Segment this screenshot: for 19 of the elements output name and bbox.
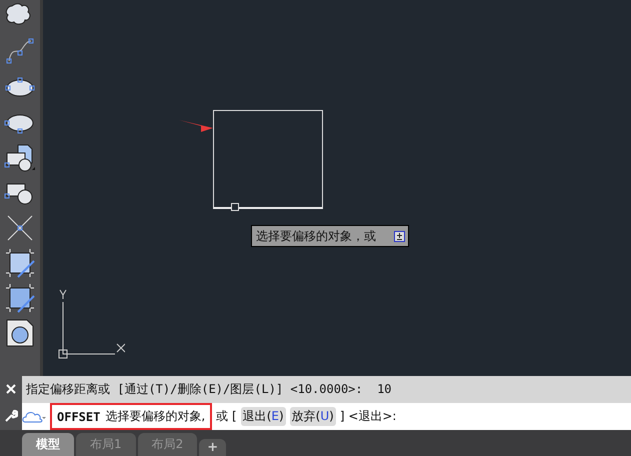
layout-tab[interactable]: 模型: [22, 433, 74, 456]
wrench-icon[interactable]: [4, 409, 18, 423]
layout-tab[interactable]: 布局2: [138, 433, 198, 456]
new-layout-tab[interactable]: +: [199, 439, 226, 456]
grip-handle[interactable]: [231, 203, 239, 211]
block-insert-icon[interactable]: [4, 142, 36, 174]
command-text: ] <退出>:: [340, 408, 396, 425]
layout-tab[interactable]: 布局1: [76, 433, 136, 456]
expand-icon[interactable]: [394, 230, 405, 242]
command-option[interactable]: 退出(E): [240, 407, 286, 426]
hatch-icon[interactable]: [4, 247, 36, 279]
command-text: 或 [: [216, 408, 237, 425]
close-icon[interactable]: [5, 383, 17, 395]
arrow-icon: [179, 118, 215, 134]
gradient-icon[interactable]: [4, 282, 36, 314]
tooltip-text: 选择要偏移的对象，或: [256, 228, 376, 244]
command-option[interactable]: 放弃(U): [290, 407, 336, 426]
region-icon[interactable]: [4, 317, 36, 349]
command-prompt: OFFSET 选择要偏移的对象,: [50, 403, 212, 430]
